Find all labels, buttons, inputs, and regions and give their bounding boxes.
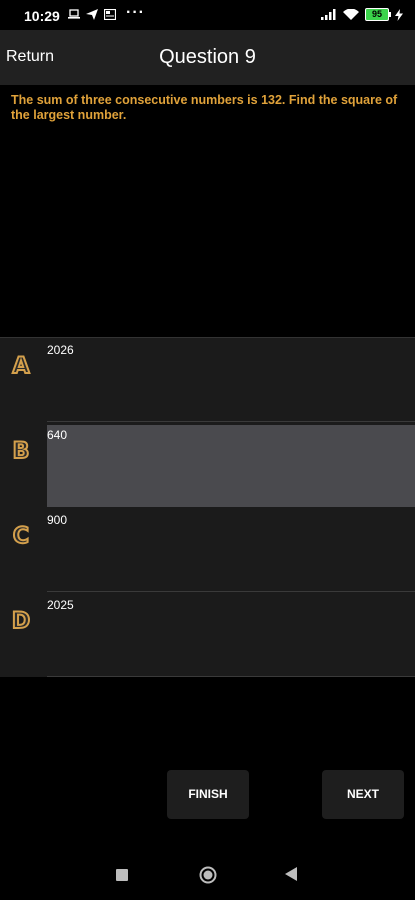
status-right-icons: 95 xyxy=(321,8,403,21)
svg-text:D: D xyxy=(12,609,30,632)
selected-highlight xyxy=(47,425,415,507)
option-divider-top xyxy=(0,337,415,338)
app-bar: Return Question 9 xyxy=(0,30,415,85)
news-icon xyxy=(104,9,116,20)
letter-a-icon: A xyxy=(11,353,30,377)
option-c-text: 900 xyxy=(47,513,68,527)
status-time: 10:29 xyxy=(24,8,60,24)
option-divider xyxy=(47,676,415,677)
finish-button[interactable]: FINISH xyxy=(167,770,249,819)
status-more-dots: ··· xyxy=(126,4,145,21)
home-icon[interactable] xyxy=(199,866,217,884)
battery-icon: 95 xyxy=(365,8,391,21)
letter-b-icon: B xyxy=(12,438,31,462)
svg-text:B: B xyxy=(13,439,30,462)
system-nav-bar xyxy=(0,852,415,900)
question-text: The sum of three consecutive numbers is … xyxy=(11,93,398,122)
svg-text:C: C xyxy=(13,524,29,547)
signal-icon xyxy=(321,9,336,20)
option-b[interactable]: B 640 xyxy=(0,422,415,507)
status-bar: 10:29 ··· 95 xyxy=(0,0,415,30)
option-a-text: 2026 xyxy=(47,343,74,357)
answer-options: A 2026 B 640 C 900 D 2025 xyxy=(0,337,415,677)
status-left-icons xyxy=(68,9,116,20)
option-c[interactable]: C 900 xyxy=(0,507,415,592)
letter-c-icon: C xyxy=(12,523,30,547)
option-d-text: 2025 xyxy=(47,598,74,612)
option-d[interactable]: D 2025 xyxy=(0,592,415,677)
option-b-text: 640 xyxy=(47,428,68,442)
send-icon xyxy=(86,9,98,20)
recents-icon[interactable] xyxy=(116,869,128,881)
page-title: Question 9 xyxy=(159,46,256,68)
svg-text:A: A xyxy=(12,354,29,377)
wifi-icon xyxy=(343,8,359,20)
laptop-icon xyxy=(68,9,80,19)
charging-icon xyxy=(395,8,403,21)
letter-d-icon: D xyxy=(11,608,31,632)
next-button[interactable]: NEXT xyxy=(322,770,404,819)
option-a[interactable]: A 2026 xyxy=(0,337,415,422)
back-icon[interactable] xyxy=(285,867,297,881)
